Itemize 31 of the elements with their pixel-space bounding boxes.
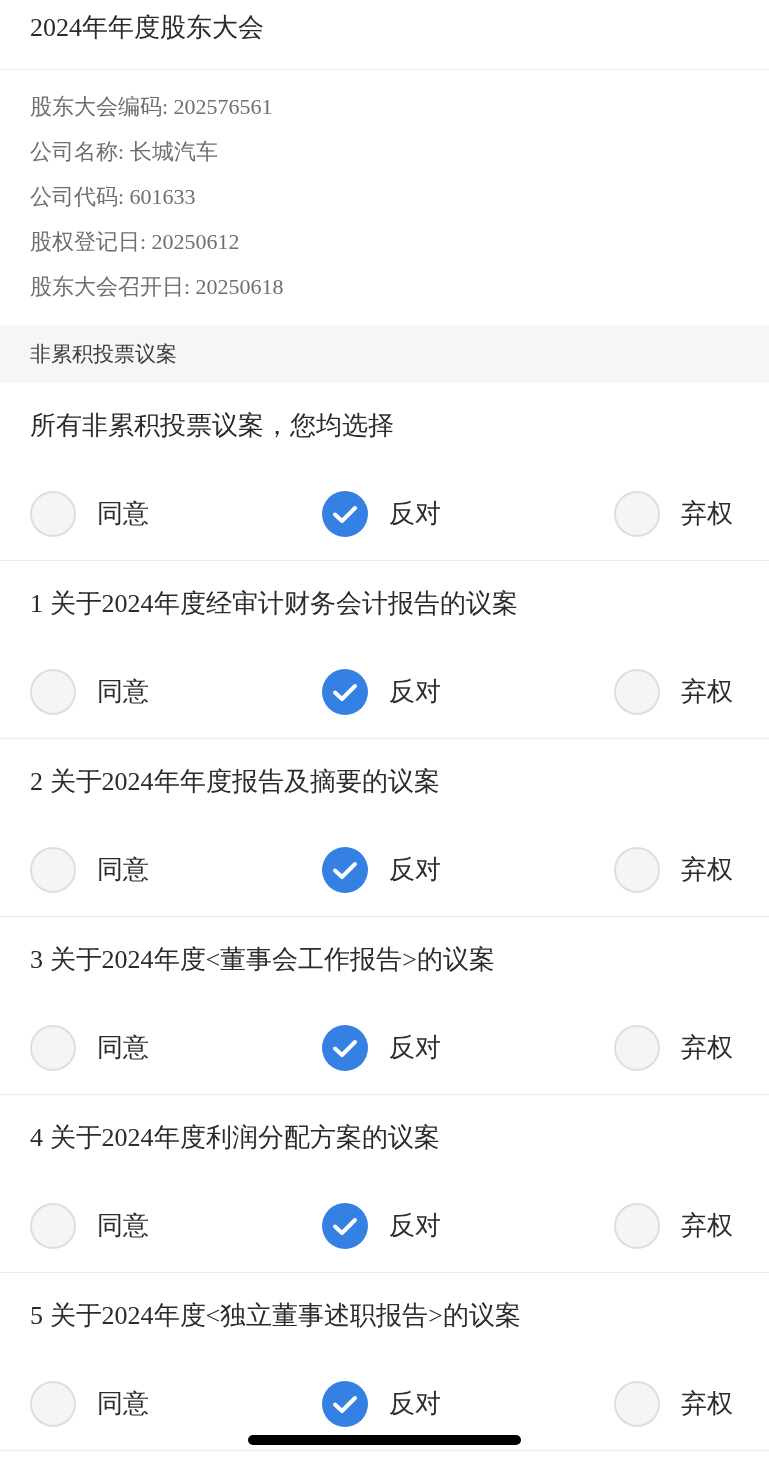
- proposal-title: 1 关于2024年度经审计财务会计报告的议案: [30, 587, 518, 620]
- vote-option[interactable]: 反对: [322, 668, 441, 715]
- proposal-title: 2 关于2024年年度报告及摘要的议案: [30, 765, 440, 798]
- vote-option[interactable]: 弃权: [614, 1024, 733, 1071]
- vote-option[interactable]: 弃权: [614, 1202, 733, 1249]
- vote-option[interactable]: 同意: [30, 1024, 149, 1071]
- section-title: 非累积投票议案: [30, 341, 177, 368]
- info-line: 股权登记日: 20250612: [30, 228, 240, 256]
- vote-option[interactable]: 弃权: [614, 846, 733, 893]
- vote-option[interactable]: 反对: [322, 490, 441, 537]
- proposal-title: 3 关于2024年度<董事会工作报告>的议案: [30, 943, 495, 976]
- vote-option[interactable]: 同意: [30, 490, 149, 537]
- vote-option[interactable]: 反对: [322, 846, 441, 893]
- vote-option[interactable]: 弃权: [614, 668, 733, 715]
- vote-option[interactable]: 同意: [30, 668, 149, 715]
- info-line: 公司名称: 长城汽车: [30, 138, 218, 166]
- proposal-title: 所有非累积投票议案，您均选择: [30, 409, 394, 442]
- vote-option[interactable]: 反对: [322, 1380, 441, 1427]
- proposal-title: 4 关于2024年度利润分配方案的议案: [30, 1121, 440, 1154]
- vote-option[interactable]: 同意: [30, 1380, 149, 1427]
- info-line: 股东大会编码: 202576561: [30, 93, 273, 121]
- proposal-title: 5 关于2024年度<独立董事述职报告>的议案: [30, 1299, 521, 1332]
- page-title: 2024年年度股东大会: [30, 12, 264, 44]
- vote-option[interactable]: 弃权: [614, 1380, 733, 1427]
- vote-option[interactable]: 同意: [30, 846, 149, 893]
- info-line: 股东大会召开日: 20250618: [30, 273, 284, 301]
- info-line: 公司代码: 601633: [30, 183, 196, 211]
- vote-option[interactable]: 反对: [322, 1202, 441, 1249]
- vote-option[interactable]: 弃权: [614, 490, 733, 537]
- vote-option[interactable]: 反对: [322, 1024, 441, 1071]
- vote-option[interactable]: 同意: [30, 1202, 149, 1249]
